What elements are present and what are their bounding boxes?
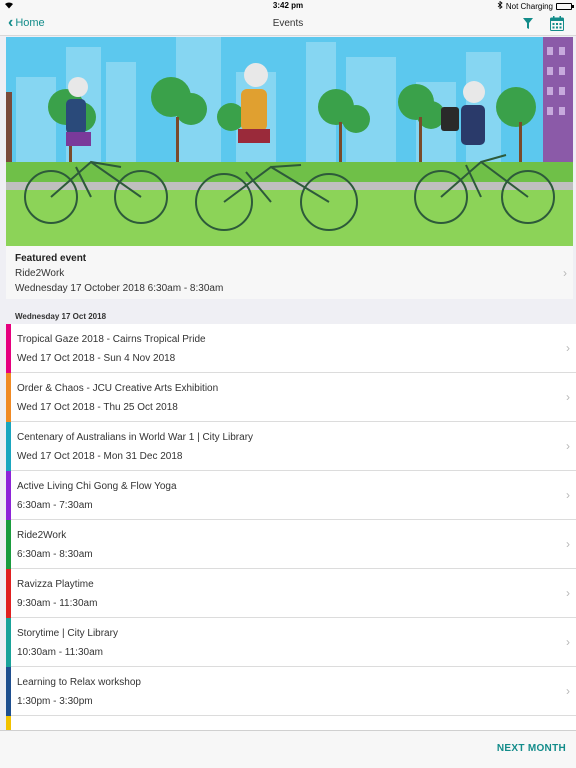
calendar-icon[interactable] bbox=[550, 16, 564, 31]
list-item[interactable]: Tropical Gaze 2018 - Cairns Tropical Pri… bbox=[6, 324, 576, 373]
chevron-right-icon: › bbox=[566, 586, 570, 600]
chevron-right-icon: › bbox=[563, 266, 567, 280]
category-color-bar bbox=[6, 716, 11, 730]
list-item[interactable]: Storytime | City Library 10:30am - 11:30… bbox=[6, 618, 576, 667]
event-title: Learning to Relax workshop bbox=[17, 677, 141, 688]
category-color-bar bbox=[6, 422, 11, 471]
category-color-bar bbox=[6, 569, 11, 618]
event-title: Storytime | City Library bbox=[17, 628, 118, 639]
event-title: Tropical Gaze 2018 - Cairns Tropical Pri… bbox=[17, 334, 206, 345]
chevron-right-icon: › bbox=[566, 488, 570, 502]
chevron-right-icon: › bbox=[566, 684, 570, 698]
next-month-button[interactable]: NEXT MONTH bbox=[497, 743, 566, 754]
event-title: Centenary of Australians in World War 1 … bbox=[17, 432, 254, 443]
event-date: 10:30am - 11:30am bbox=[17, 647, 103, 658]
chevron-right-icon: › bbox=[566, 439, 570, 453]
section-date-header: Wednesday 17 Oct 2018 bbox=[15, 312, 107, 321]
event-date: 1:30pm - 3:30pm bbox=[17, 696, 93, 707]
category-color-bar bbox=[6, 667, 11, 716]
featured-date: Wednesday 17 October 2018 6:30am - 8:30a… bbox=[15, 283, 224, 294]
event-list[interactable]: Tropical Gaze 2018 - Cairns Tropical Pri… bbox=[6, 324, 576, 730]
chevron-right-icon: › bbox=[566, 635, 570, 649]
chevron-right-icon: › bbox=[566, 390, 570, 404]
category-color-bar bbox=[6, 520, 11, 569]
featured-heading: Featured event bbox=[15, 253, 87, 264]
featured-event-card[interactable]: Featured event Ride2Work Wednesday 17 Oc… bbox=[6, 246, 573, 299]
bluetooth-icon bbox=[497, 0, 503, 11]
status-time: 3:42 pm bbox=[272, 1, 304, 10]
chevron-right-icon: › bbox=[566, 537, 570, 551]
navigation-bar: ‹ Home Events bbox=[0, 12, 576, 36]
list-item[interactable]: Centenary of Australians in World War 1 … bbox=[6, 422, 576, 471]
event-title: Ride2Work bbox=[17, 530, 67, 541]
event-date: 9:30am - 11:30am bbox=[17, 598, 98, 609]
event-date: 6:30am - 7:30am bbox=[17, 500, 93, 511]
bottom-toolbar: NEXT MONTH bbox=[0, 730, 576, 768]
list-item[interactable]: Active Living Chi Gong & Flow Yoga 6:30a… bbox=[6, 471, 576, 520]
featured-title: Ride2Work bbox=[15, 268, 65, 279]
category-color-bar bbox=[6, 324, 11, 373]
event-date: Wed 17 Oct 2018 - Mon 31 Dec 2018 bbox=[17, 451, 183, 462]
chevron-right-icon: › bbox=[566, 341, 570, 355]
event-title: Order & Chaos - JCU Creative Arts Exhibi… bbox=[17, 383, 219, 394]
event-title: Active Living Chi Gong & Flow Yoga bbox=[17, 481, 177, 492]
list-item[interactable] bbox=[6, 716, 576, 730]
list-item[interactable]: Ravizza Playtime 9:30am - 11:30am › bbox=[6, 569, 576, 618]
list-item[interactable]: Ride2Work 6:30am - 8:30am › bbox=[6, 520, 576, 569]
event-date: Wed 17 Oct 2018 - Sun 4 Nov 2018 bbox=[17, 353, 176, 364]
event-title: Ravizza Playtime bbox=[17, 579, 94, 590]
category-color-bar bbox=[6, 373, 11, 422]
category-color-bar bbox=[6, 471, 11, 520]
featured-event-image[interactable] bbox=[6, 37, 573, 246]
battery-icon bbox=[556, 2, 574, 10]
event-date: 6:30am - 8:30am bbox=[17, 549, 93, 560]
status-bar: 3:42 pm Not Charging bbox=[0, 0, 576, 12]
page-title: Events bbox=[272, 18, 304, 29]
list-item[interactable]: Order & Chaos - JCU Creative Arts Exhibi… bbox=[6, 373, 576, 422]
battery-status-text: Not Charging bbox=[505, 1, 553, 11]
event-date: Wed 17 Oct 2018 - Thu 25 Oct 2018 bbox=[17, 402, 178, 413]
category-color-bar bbox=[6, 618, 11, 667]
list-item[interactable]: Learning to Relax workshop 1:30pm - 3:30… bbox=[6, 667, 576, 716]
filter-icon[interactable] bbox=[522, 17, 534, 31]
